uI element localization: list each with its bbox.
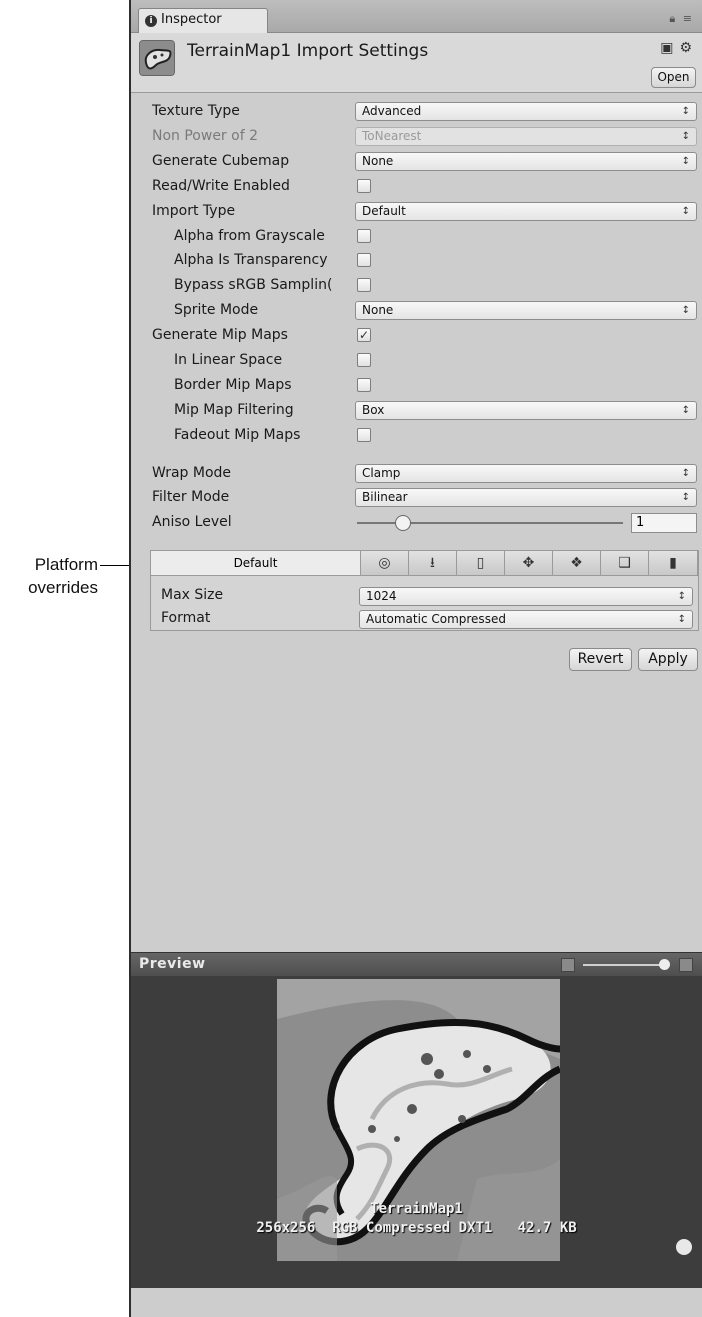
row-non-power-of-2: Non Power of 2 ToNearest	[131, 125, 702, 149]
texture-thumbnail-icon	[139, 40, 175, 76]
asset-header: TerrainMap1 Import Settings ▣ ⚙ Open	[131, 33, 702, 93]
info-icon: i	[145, 15, 157, 27]
android-icon[interactable]: ✥	[505, 551, 553, 575]
fadeout-mip-maps-checkbox[interactable]	[357, 428, 371, 442]
row-import-type: Import Type Default	[131, 200, 702, 224]
label-generate-cubemap: Generate Cubemap	[152, 153, 290, 169]
row-texture-type: Texture Type Advanced	[131, 100, 702, 124]
border-mip-maps-checkbox[interactable]	[357, 378, 371, 392]
format-dropdown[interactable]: Automatic Compressed	[359, 610, 693, 629]
generate-cubemap-dropdown[interactable]: None	[355, 152, 697, 171]
preview-header: Preview	[131, 952, 702, 976]
aniso-level-slider-thumb[interactable]	[395, 515, 411, 531]
label-alpha-from-grayscale: Alpha from Grayscale	[174, 228, 325, 244]
row-fadeout-mip-maps: Fadeout Mip Maps	[131, 424, 702, 448]
platform-tabs: Default ◎ ⭳ ▯ ✥ ❖ ❑ ▮	[151, 551, 698, 576]
platform-overrides: Default ◎⭳▯✥❖❑▮ Max Size 1024 Format Aut…	[150, 550, 699, 631]
sprite-mode-dropdown[interactable]: None	[355, 301, 697, 320]
max-size-row: Max Size 1024	[151, 585, 698, 607]
label-non-power-of-2: Non Power of 2	[152, 128, 258, 144]
tab-menu-icon[interactable]: 🔒︎ ≡	[669, 12, 694, 26]
open-button[interactable]: Open	[651, 67, 696, 88]
gear-icon[interactable]: ⚙	[679, 40, 692, 56]
row-filter-mode: Filter Mode Bilinear	[131, 486, 702, 510]
label-import-type: Import Type	[152, 203, 236, 219]
non-power-of-2-dropdown: ToNearest	[355, 127, 697, 146]
mip-map-filtering-dropdown[interactable]: Box	[355, 401, 697, 420]
windows-icon[interactable]: ❑	[601, 551, 649, 575]
blackberry-icon[interactable]: ❖	[553, 551, 601, 575]
row-generate-mip-maps: Generate Mip Maps ✓	[131, 324, 702, 348]
preview-texture-info: 256x256 RGB Compressed DXT1 42.7 KB	[256, 1220, 577, 1236]
small-zoom-icon	[561, 958, 575, 972]
label-bypass-srgb-samplin: Bypass sRGB Samplin(	[174, 277, 333, 293]
format-label: Format	[161, 610, 211, 626]
preview-title: Preview	[139, 956, 206, 972]
row-wrap-mode: Wrap Mode Clamp	[131, 462, 702, 486]
download-icon[interactable]: ⭳	[409, 551, 457, 575]
callout-line1: Platform	[34, 555, 98, 574]
row-border-mip-maps: Border Mip Maps	[131, 374, 702, 398]
inspector-panel: i Inspector 🔒︎ ≡ TerrainMap1 Import Setti…	[129, 0, 702, 1317]
label-border-mip-maps: Border Mip Maps	[174, 377, 292, 393]
inspector-tab-bar: i Inspector 🔒︎ ≡	[131, 0, 702, 33]
texture-type-dropdown[interactable]: Advanced	[355, 102, 697, 121]
label-texture-type: Texture Type	[152, 103, 240, 119]
generate-mip-maps-checkbox[interactable]: ✓	[357, 328, 371, 342]
bypass-srgb-samplin-checkbox[interactable]	[357, 278, 371, 292]
platform-overrides-callout: Platform overrides	[0, 553, 126, 599]
device-icon[interactable]: ▮	[649, 551, 698, 575]
label-wrap-mode: Wrap Mode	[152, 465, 232, 481]
tab-title: Inspector	[161, 12, 222, 27]
filter-mode-dropdown[interactable]: Bilinear	[355, 488, 697, 507]
row-bypass-srgb-samplin: Bypass sRGB Samplin(	[131, 274, 702, 298]
alpha-is-transparency-checkbox[interactable]	[357, 253, 371, 267]
format-row: Format Automatic Compressed	[151, 608, 698, 630]
preview-area: TerrainMap1 256x256 RGB Compressed DXT1 …	[131, 976, 702, 1288]
panel-bottom-strip	[131, 1288, 702, 1317]
alpha-from-grayscale-checkbox[interactable]	[357, 229, 371, 243]
wrap-mode-dropdown[interactable]: Clamp	[355, 464, 697, 483]
phone-icon[interactable]: ▯	[457, 551, 505, 575]
row-aniso-level: Aniso Level 1	[131, 511, 702, 535]
help-book-icon[interactable]: ▣	[660, 40, 673, 56]
row-sprite-mode: Sprite Mode None	[131, 299, 702, 323]
label-fadeout-mip-maps: Fadeout Mip Maps	[174, 427, 301, 443]
in-linear-space-checkbox[interactable]	[357, 353, 371, 367]
preview-asset-name: TerrainMap1	[370, 1201, 463, 1217]
callout-line2: overrides	[28, 578, 98, 597]
aniso-level-value-field[interactable]: 1	[631, 513, 697, 533]
label-generate-mip-maps: Generate Mip Maps	[152, 327, 288, 343]
label-alpha-is-transparency: Alpha Is Transparency	[174, 252, 328, 268]
header-icons: ▣ ⚙	[654, 40, 692, 56]
preview-zoom-slider[interactable]	[583, 964, 665, 966]
row-alpha-from-grayscale: Alpha from Grayscale	[131, 225, 702, 249]
preview-zoom-thumb[interactable]	[659, 959, 670, 970]
apply-button[interactable]: Apply	[638, 648, 698, 671]
globe-icon[interactable]: ◎	[361, 551, 409, 575]
max-size-label: Max Size	[161, 587, 224, 603]
label-filter-mode: Filter Mode	[152, 489, 230, 505]
row-mip-map-filtering: Mip Map Filtering Box	[131, 399, 702, 423]
revert-button[interactable]: Revert	[569, 648, 632, 671]
row-read-write-enabled: Read/Write Enabled	[131, 175, 702, 199]
import-settings-title: TerrainMap1 Import Settings	[187, 41, 429, 61]
label-aniso-level: Aniso Level	[152, 514, 232, 530]
row-generate-cubemap: Generate Cubemap None	[131, 150, 702, 174]
read-write-enabled-checkbox[interactable]	[357, 179, 371, 193]
tab-default-platform[interactable]: Default	[151, 551, 361, 575]
max-size-dropdown[interactable]: 1024	[359, 587, 693, 606]
preview-caption: TerrainMap1 256x256 RGB Compressed DXT1 …	[131, 1200, 702, 1238]
label-sprite-mode: Sprite Mode	[174, 302, 259, 318]
tab-inspector[interactable]: i Inspector	[138, 8, 268, 33]
import-type-dropdown[interactable]: Default	[355, 202, 697, 221]
row-alpha-is-transparency: Alpha Is Transparency	[131, 249, 702, 273]
large-zoom-icon	[679, 958, 693, 972]
row-in-linear-space: In Linear Space	[131, 349, 702, 373]
label-mip-map-filtering: Mip Map Filtering	[174, 402, 294, 418]
preview-channel-button[interactable]	[676, 1239, 692, 1255]
label-read-write-enabled: Read/Write Enabled	[152, 178, 290, 194]
label-in-linear-space: In Linear Space	[174, 352, 283, 368]
